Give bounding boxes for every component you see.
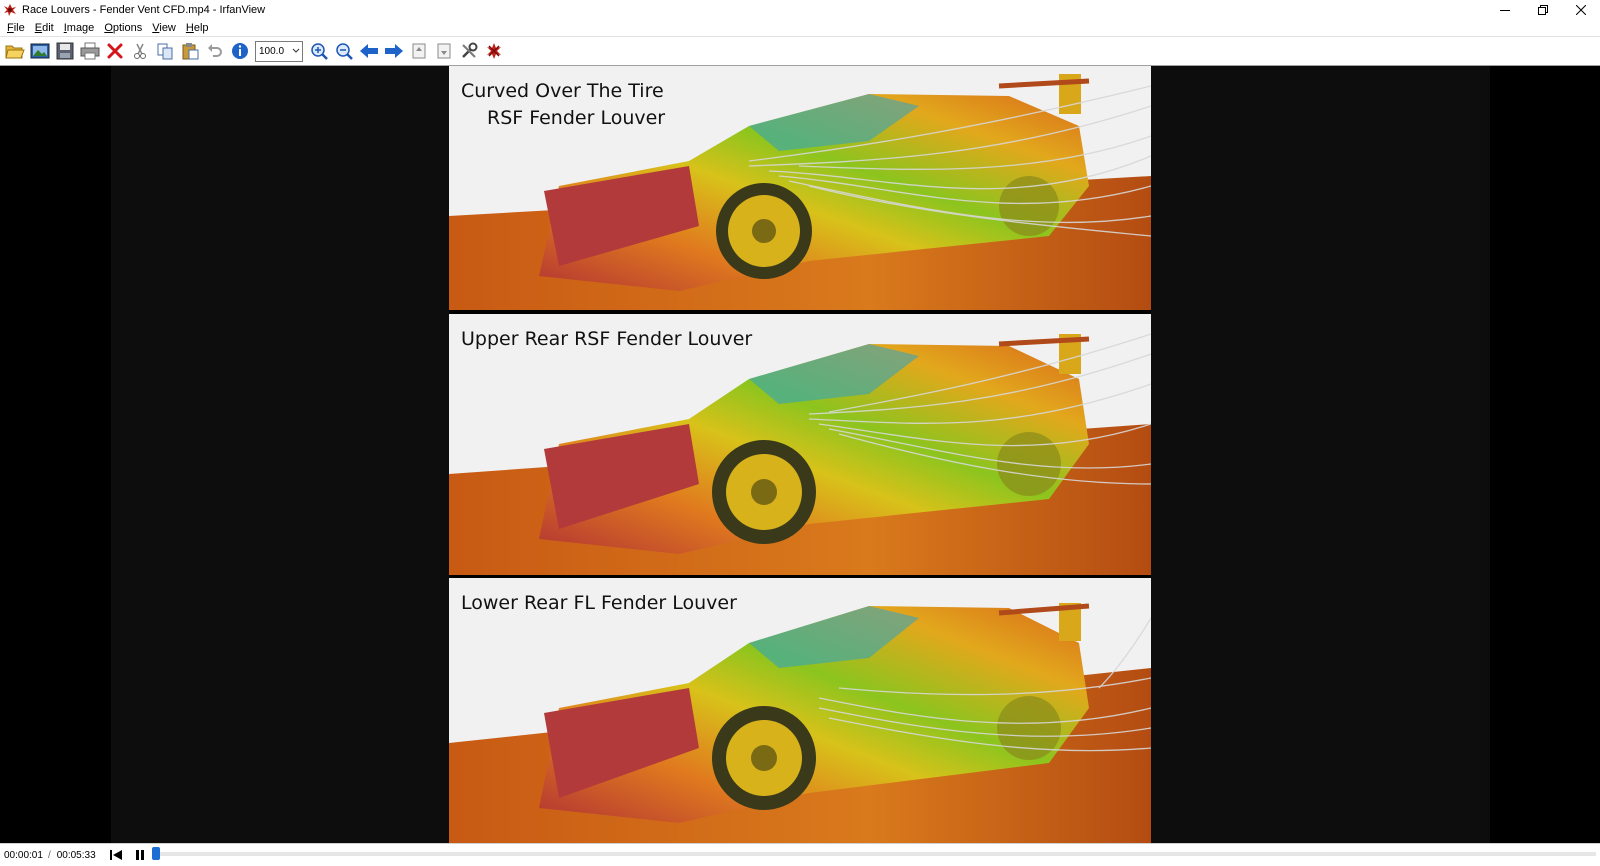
panel-caption-line1: Lower Rear FL Fender Louver: [461, 592, 737, 614]
close-button[interactable]: [1562, 0, 1600, 19]
menu-image[interactable]: Image: [60, 22, 101, 34]
restore-button[interactable]: [1524, 0, 1562, 19]
close-icon: [1576, 4, 1586, 15]
menu-file[interactable]: File: [3, 22, 31, 34]
letterbox-right: [1151, 66, 1490, 843]
irfanview-app-icon: [3, 3, 17, 17]
panel-caption-line2: RSF Fender Louver: [487, 107, 666, 129]
thumbnails-button[interactable]: [27, 39, 52, 63]
panel-caption: Upper Rear RSF Fender Louver: [461, 326, 752, 353]
letterbox-left: [111, 66, 449, 843]
previous-icon: [359, 44, 378, 58]
cut-icon: [133, 43, 146, 59]
info-button[interactable]: [227, 39, 252, 63]
zoom-in-icon: [310, 43, 328, 60]
cut-button[interactable]: [127, 39, 152, 63]
panel-caption: Lower Rear FL Fender Louver: [461, 590, 737, 617]
paste-icon: [182, 43, 198, 60]
delete-icon: [107, 43, 122, 59]
pause-icon: [135, 850, 144, 860]
last-page-icon: [437, 43, 450, 59]
last-page-button[interactable]: [431, 39, 456, 63]
first-page-button[interactable]: [406, 39, 431, 63]
panel-caption-line1: Curved Over The Tire: [461, 80, 664, 102]
minimize-icon: [1500, 9, 1510, 11]
image-viewer[interactable]: Curved Over The Tire RSF Fender Louver U…: [0, 66, 1600, 843]
zoom-out-button[interactable]: [331, 39, 356, 63]
cfd-car-render: [449, 603, 1151, 843]
video-frame: Curved Over The Tire RSF Fender Louver U…: [449, 66, 1151, 843]
thumbnails-icon: [30, 43, 49, 59]
cfd-panel-curved: Curved Over The Tire RSF Fender Louver: [449, 66, 1151, 310]
seek-bar[interactable]: [152, 847, 1596, 860]
paste-button[interactable]: [177, 39, 202, 63]
cfd-car-render: [449, 333, 1151, 575]
settings-icon: [461, 42, 477, 58]
print-button[interactable]: [77, 39, 102, 63]
open-button[interactable]: [2, 39, 27, 63]
current-time: 00:00:01: [4, 849, 43, 861]
restore-icon: [1538, 4, 1548, 15]
settings-button[interactable]: [456, 39, 481, 63]
menu-help[interactable]: Help: [182, 22, 215, 34]
previous-button[interactable]: [356, 39, 381, 63]
undo-icon: [207, 44, 222, 57]
cfd-panel-upper-rear: Upper Rear RSF Fender Louver: [449, 314, 1151, 575]
delete-button[interactable]: [102, 39, 127, 63]
time-separator: /: [47, 849, 51, 861]
toolbar: 100.0: [0, 36, 1600, 66]
panel-caption-line1: Upper Rear RSF Fender Louver: [461, 328, 753, 350]
chevron-down-icon: [292, 48, 300, 53]
zoom-in-button[interactable]: [306, 39, 331, 63]
seek-thumb[interactable]: [152, 847, 160, 860]
title-bar: Race Louvers - Fender Vent CFD.mp4 - Irf…: [0, 0, 1600, 19]
skip-to-start-button[interactable]: [106, 846, 126, 864]
print-icon: [80, 42, 99, 60]
zoom-out-icon: [335, 43, 353, 60]
skip-to-start-icon: [109, 850, 122, 860]
next-button[interactable]: [381, 39, 406, 63]
pause-button[interactable]: [130, 846, 150, 864]
cfd-panel-lower-rear: Lower Rear FL Fender Louver: [449, 578, 1151, 843]
player-bar: 00:00:01 / 00:05:33: [0, 843, 1600, 866]
open-folder-icon: [4, 45, 25, 59]
save-icon: [56, 42, 73, 60]
window-title: Race Louvers - Fender Vent CFD.mp4 - Irf…: [22, 3, 266, 16]
exit-button[interactable]: [481, 39, 506, 63]
zoom-value: 100.0: [259, 45, 285, 57]
save-button[interactable]: [52, 39, 77, 63]
copy-icon: [157, 43, 172, 60]
zoom-select[interactable]: 100.0: [255, 40, 303, 62]
info-icon: [231, 43, 248, 59]
copy-button[interactable]: [152, 39, 177, 63]
undo-button[interactable]: [202, 39, 227, 63]
minimize-button[interactable]: [1486, 0, 1524, 19]
menu-bar: File Edit Image Options View Help: [0, 19, 1600, 36]
menu-options[interactable]: Options: [100, 22, 148, 34]
panel-caption: Curved Over The Tire RSF Fender Louver: [461, 78, 665, 132]
exit-icon: [486, 43, 501, 59]
menu-view[interactable]: View: [148, 22, 182, 34]
first-page-icon: [412, 43, 425, 59]
total-time: 00:05:33: [56, 849, 96, 861]
next-icon: [384, 44, 403, 58]
menu-edit[interactable]: Edit: [31, 22, 60, 34]
